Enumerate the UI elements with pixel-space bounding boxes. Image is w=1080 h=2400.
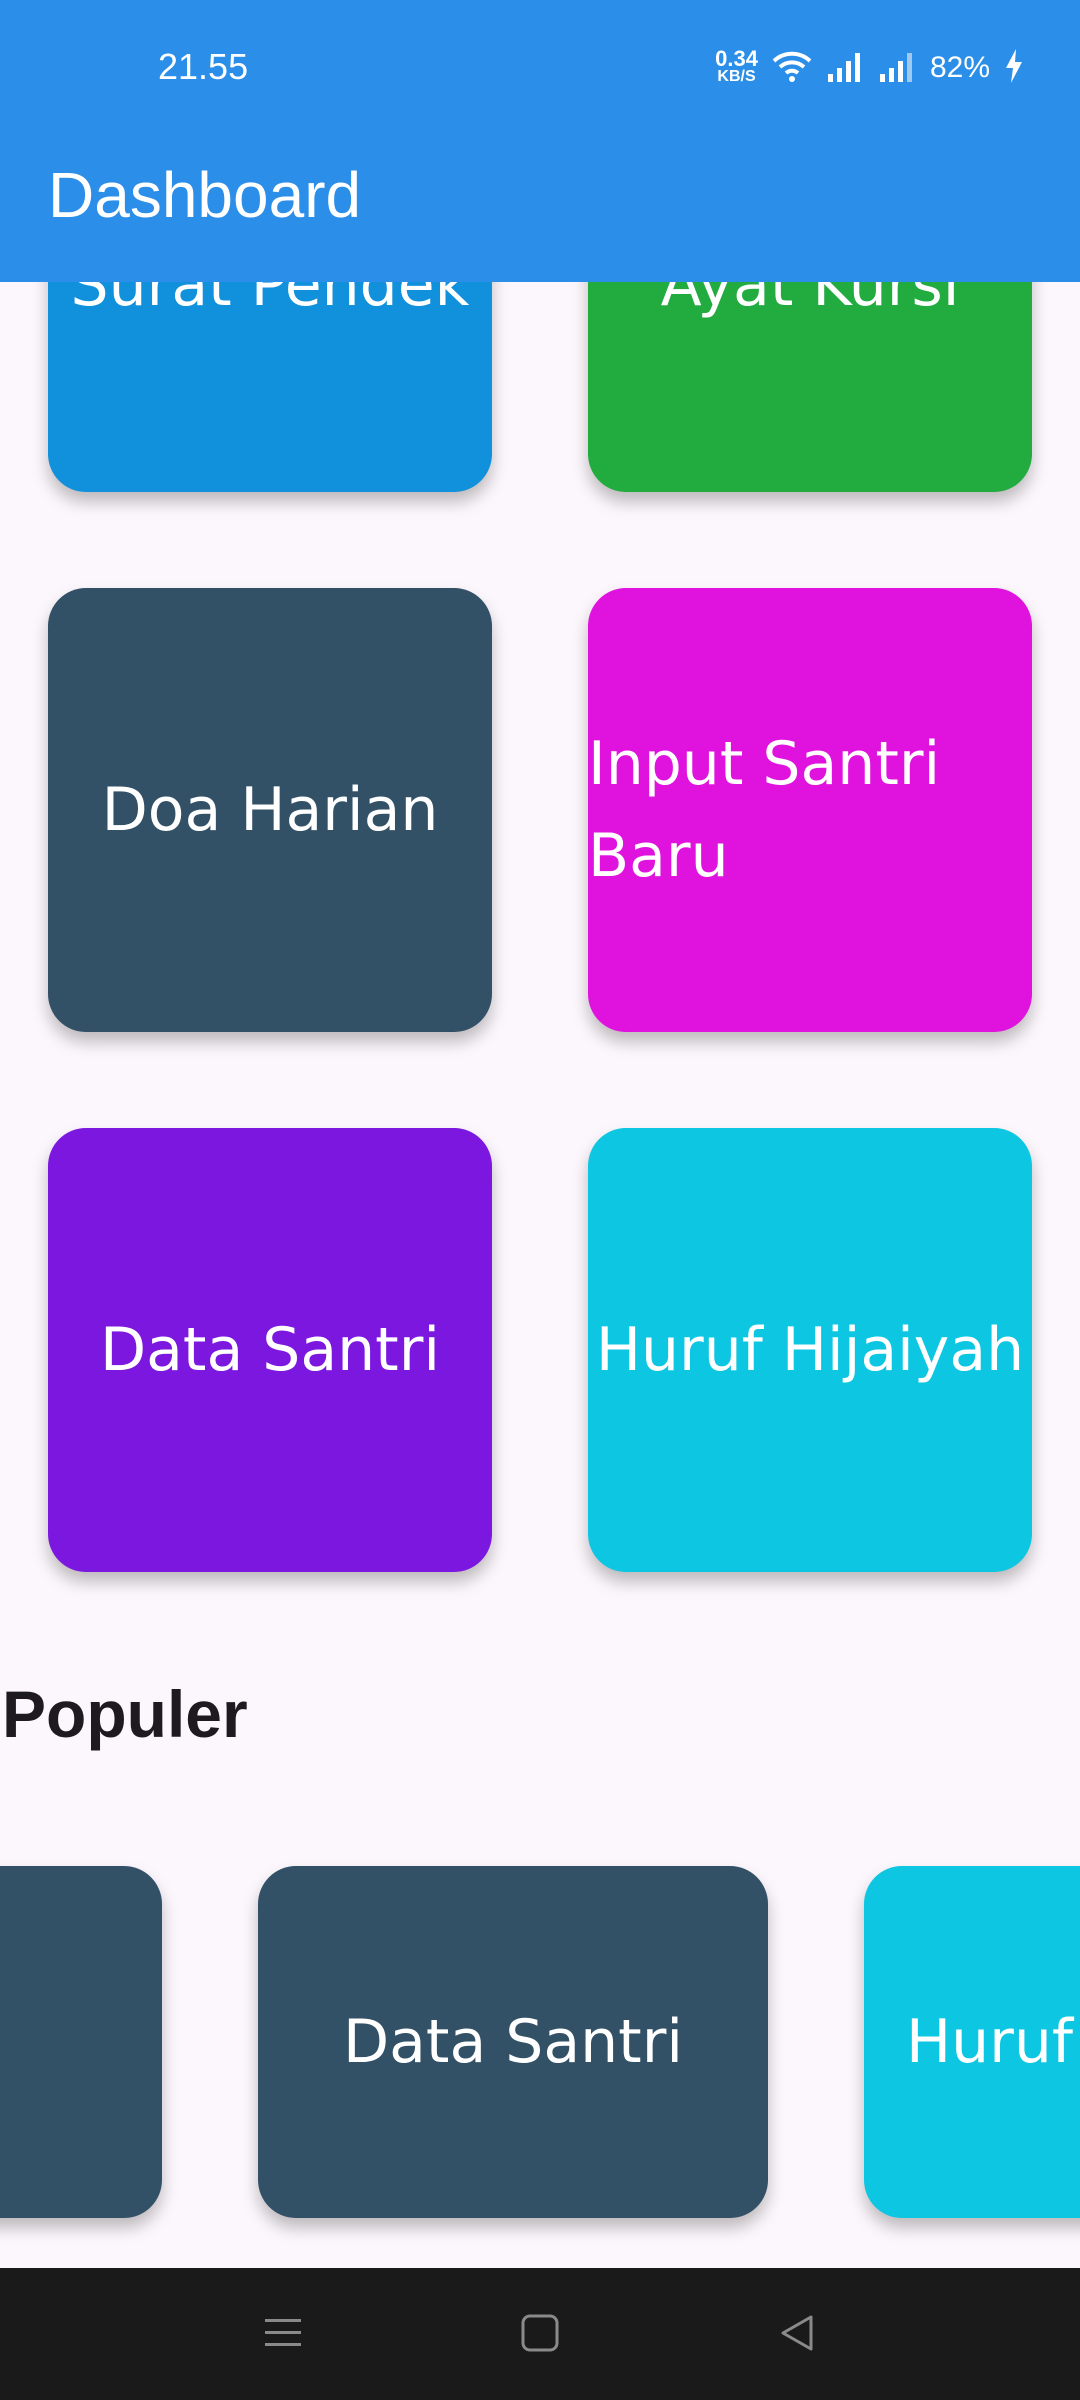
popular-section-title: Populer xyxy=(2,1677,248,1751)
net-speed-value: 0.34 xyxy=(715,46,758,71)
dashboard-content: Surat Pendek Ayat Kursi Doa Harian Input… xyxy=(0,0,1080,2268)
status-icons: 0.34 KB/S 82% xyxy=(715,46,1024,90)
popular-item[interactable] xyxy=(0,1866,162,2218)
menu-tile-label: Input Santri Baru xyxy=(588,729,941,891)
system-nav-bar xyxy=(0,2268,1080,2400)
menu-icon[interactable] xyxy=(248,2298,318,2368)
net-speed-unit: KB/S xyxy=(717,68,756,85)
menu-tile-label: Doa Harian xyxy=(101,775,439,845)
status-time: 21.55 xyxy=(158,46,249,87)
menu-tile-data-santri[interactable]: Data Santri xyxy=(48,1128,492,1572)
battery-level: 82% xyxy=(929,51,990,84)
popular-item[interactable]: Data Santri xyxy=(258,1866,768,2218)
net-speed: 0.34 KB/S xyxy=(715,46,758,86)
page-title: Dashboard xyxy=(48,159,362,231)
menu-tile-input-santri-baru[interactable]: Input Santri Baru xyxy=(588,588,1032,1032)
menu-tile-huruf-hijaiyah[interactable]: Huruf Hijaiyah xyxy=(588,1128,1032,1572)
popular-item-label: Data Santri xyxy=(342,2007,684,2077)
popular-item[interactable]: Huruf Hijaiyah xyxy=(864,1866,1080,2218)
menu-tile-label: Data Santri xyxy=(99,1315,441,1385)
charging-icon xyxy=(1004,49,1024,87)
wifi-icon xyxy=(772,49,812,87)
signal-icon xyxy=(826,50,864,86)
home-icon[interactable] xyxy=(505,2298,575,2368)
app-bar: 21.55 0.34 KB/S 82% Dashboard xyxy=(0,0,1080,282)
popular-item-label: Huruf Hijaiyah xyxy=(906,2007,1080,2077)
signal-icon xyxy=(878,50,916,86)
back-icon[interactable] xyxy=(762,2298,832,2368)
menu-tile-label: Huruf Hijaiyah xyxy=(595,1315,1025,1385)
menu-tile-doa-harian[interactable]: Doa Harian xyxy=(48,588,492,1032)
